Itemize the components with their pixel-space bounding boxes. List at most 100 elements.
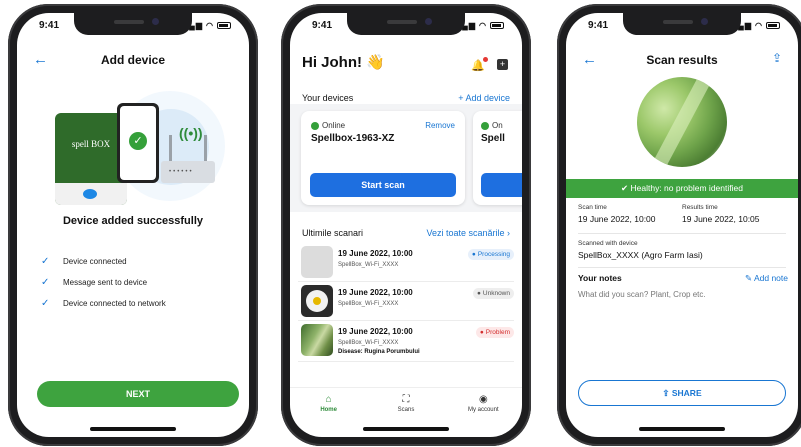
device-status: Online — [311, 121, 345, 130]
status-time: 9:41 — [312, 19, 333, 31]
pencil-icon: ✎ — [744, 273, 754, 283]
scan-device: SpellBox_Wi-Fi_XXXX — [338, 340, 399, 346]
home-indicator — [363, 427, 449, 431]
add-note-button[interactable]: ✎ Add note — [745, 273, 788, 284]
notes-title: Your notes — [578, 273, 622, 283]
scan-time-value: 19 June 2022, 10:00 — [578, 214, 656, 224]
success-message: Device added successfully — [62, 215, 203, 227]
status-checklist: ✓ Device connected ✓ Message sent to devic… — [41, 251, 239, 314]
battery-icon — [766, 21, 780, 29]
section-title: Your devices — [302, 93, 354, 103]
screen-scan-results: 9:41 ▂▄▆ ◠ ← Scan results ⇪ ✔ Healthy: no… — [566, 13, 798, 437]
devices-section-header: Your devices + Add device — [302, 93, 510, 103]
share-button[interactable]: ⇪ SHARE — [578, 380, 786, 406]
scan-device: SpellBox_Wi-Fi_XXXX — [338, 262, 399, 268]
nav-label: Scans — [397, 407, 415, 413]
results-time-label: Results time — [682, 204, 718, 211]
remove-link[interactable]: Remove — [425, 121, 455, 130]
scan-device: SpellBox_Wi-Fi_XXXX — [338, 301, 399, 307]
notch — [74, 13, 192, 35]
device-status-label: On — [492, 121, 503, 130]
online-dot-icon — [481, 121, 489, 130]
status-time: 9:41 — [39, 19, 60, 31]
checklist-item: ✓ Device connected to network — [41, 293, 239, 314]
home-indicator — [639, 427, 725, 431]
notch — [623, 13, 741, 35]
device-status: On — [481, 121, 503, 130]
home-indicator — [90, 427, 176, 431]
status-badge-label: Unknown — [482, 290, 510, 297]
notch — [347, 13, 465, 35]
results-time-value: 19 June 2022, 10:05 — [682, 214, 760, 224]
info-icon: ● — [476, 290, 481, 297]
bell-icon[interactable]: 🔔 — [471, 57, 488, 72]
device-name: Spell — [481, 133, 505, 144]
checklist-label: Device connected — [63, 257, 127, 266]
scan-list-item[interactable]: 19 June 2022, 10:00 SpellBox_Wi-Fi_XXXX … — [298, 244, 514, 282]
check-icon: ✓ — [41, 277, 50, 288]
greeting: Hi John! 👋 — [302, 54, 385, 71]
scan-photo — [637, 77, 727, 167]
scan-icon: ⛶ — [402, 394, 410, 405]
scan-thumbnail — [301, 285, 333, 317]
phone-scan-results: 9:41 ▂▄▆ ◠ ← Scan results ⇪ ✔ Healthy: no… — [557, 4, 801, 446]
recent-scans-header: Ultimile scanari Vezi toate scanările › — [302, 228, 510, 238]
next-button[interactable]: NEXT — [37, 381, 239, 407]
check-circle-icon: ✔ — [621, 183, 631, 193]
nav-account[interactable]: ◉ My account — [453, 394, 513, 423]
wifi-icon: ◠ — [479, 20, 487, 30]
status-badge: ● Problem — [475, 327, 514, 338]
add-note-label: Add note — [753, 273, 788, 283]
results-time: Results time 19 June 2022, 10:05 — [682, 204, 760, 224]
header-actions: 🔔 + — [471, 57, 508, 72]
check-icon: ✓ — [41, 256, 50, 267]
scan-list-item[interactable]: 19 June 2022, 10:00 SpellBox_Wi-Fi_XXXX … — [298, 322, 514, 362]
add-square-icon[interactable]: + — [497, 59, 508, 70]
see-all-link[interactable]: Vezi toate scanările › — [426, 228, 510, 238]
status-badge: ● Processing — [467, 249, 514, 260]
battery-icon — [217, 21, 231, 29]
check-icon: ✓ — [41, 298, 50, 309]
phone-home: 9:41 ▂▄▆ ◠ Hi John! 👋 🔔 + Your devices + … — [281, 4, 531, 446]
checklist-label: Device connected to network — [63, 299, 166, 308]
nav-label: My account — [467, 407, 499, 413]
share-icon[interactable]: ⇪ — [772, 51, 782, 65]
scan-time-label: Scan time — [578, 204, 607, 211]
home-icon: ⌂ — [325, 394, 332, 405]
divider — [578, 267, 786, 268]
scanned-with-label: Scanned with device — [578, 240, 638, 247]
notification-dot — [483, 57, 488, 62]
add-device-link[interactable]: + Add device — [458, 93, 510, 103]
info-icon: ● — [471, 251, 476, 258]
stage: 9:41 ▂▄▆ ◠ ← Add device spell BOX ✓ ((•))… — [0, 0, 801, 447]
scanned-with-value: SpellBox_XXXX (Agro Farm Iasi) — [578, 250, 703, 260]
device-illustration: spell BOX ✓ ((•)) •••••• — [45, 91, 225, 209]
device-card: Online Remove Spellbox-1963-XZ Start sca… — [301, 111, 465, 205]
account-icon: ◉ — [478, 394, 488, 405]
device-card[interactable]: On Spell — [473, 111, 522, 205]
share-icon: ⇪ — [662, 388, 672, 398]
scan-list-item[interactable]: 19 June 2022, 10:00 SpellBox_Wi-Fi_XXXX … — [298, 283, 514, 321]
scan-thumbnail — [301, 246, 333, 278]
start-scan-button[interactable]: Start scan — [310, 173, 456, 197]
router-image: •••••• — [161, 135, 215, 183]
healthy-banner: ✔ Healthy: no problem identified — [566, 179, 798, 198]
status-badge: ● Unknown — [472, 288, 514, 299]
wifi-icon: ◠ — [755, 20, 763, 30]
share-label: SHARE — [671, 388, 702, 398]
check-circle-icon: ✓ — [129, 132, 147, 150]
screen-add-device: 9:41 ▂▄▆ ◠ ← Add device spell BOX ✓ ((•))… — [17, 13, 249, 437]
wifi-icon: ((•)) — [179, 125, 203, 141]
start-scan-button[interactable] — [481, 173, 522, 197]
nav-home[interactable]: ⌂ Home — [299, 394, 359, 423]
checklist-item: ✓ Message sent to device — [41, 272, 239, 293]
scan-disease: Disease: Rugina Porumbului — [338, 349, 420, 355]
checklist-item: ✓ Device connected — [41, 251, 239, 272]
scan-date: 19 June 2022, 10:00 — [338, 249, 413, 258]
nav-scans[interactable]: ⛶ Scans — [376, 394, 436, 423]
status-time: 9:41 — [588, 19, 609, 31]
divider — [578, 233, 786, 234]
bottom-navigation: ⌂ Home ⛶ Scans ◉ My account — [290, 387, 522, 423]
notes-input[interactable]: What did you scan? Plant, Crop etc. — [578, 290, 706, 299]
wifi-icon: ◠ — [206, 20, 214, 30]
